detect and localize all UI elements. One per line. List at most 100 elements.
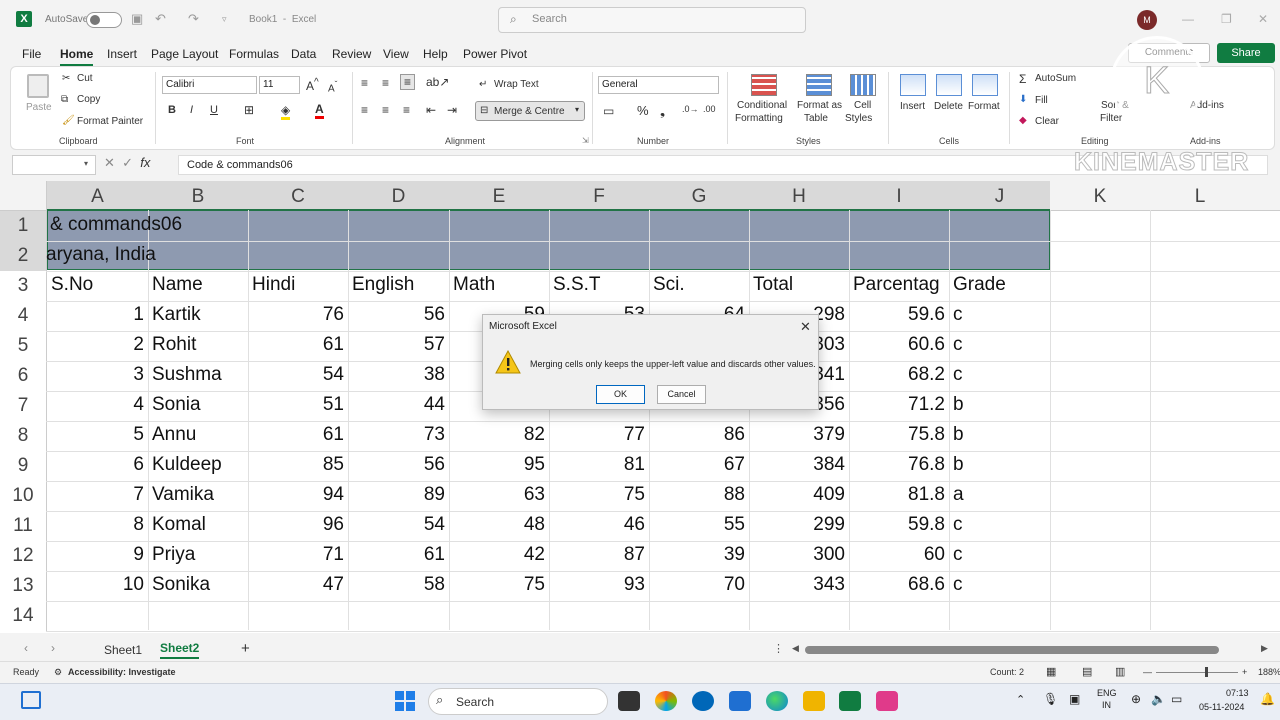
table-cell[interactable]: 54 [248, 364, 344, 386]
table-cell[interactable]: c [953, 574, 963, 596]
table-cell[interactable]: Annu [152, 424, 196, 446]
ok-button[interactable]: OK [596, 385, 645, 404]
store-icon[interactable] [729, 691, 751, 711]
column-header-l[interactable]: L [1150, 186, 1250, 208]
tab-home[interactable]: Home [60, 47, 94, 66]
table-cell[interactable]: Sonia [152, 394, 201, 416]
battery-icon[interactable]: ▭ [1171, 692, 1182, 706]
clock-date[interactable]: 05-11-2024 [1199, 702, 1244, 712]
column-title[interactable]: English [352, 274, 414, 296]
column-header-g[interactable]: G [649, 186, 749, 208]
dell-icon[interactable] [692, 691, 714, 711]
excel-taskbar-icon[interactable] [839, 691, 861, 711]
table-cell[interactable]: 2 [47, 334, 144, 356]
more-options-icon[interactable]: ⋮ [773, 642, 784, 655]
row-header[interactable]: 5 [0, 331, 46, 361]
language-indicator[interactable]: ENG [1097, 688, 1117, 698]
redo-icon[interactable]: ↷ [188, 11, 199, 27]
zoom-out-icon[interactable]: — [1143, 667, 1152, 677]
volume-icon[interactable]: 🔈 [1151, 692, 1166, 706]
row-header[interactable]: 13 [0, 571, 46, 601]
column-header-b[interactable]: B [148, 186, 248, 208]
align-right-icon[interactable]: ≡ [403, 103, 410, 117]
column-header-c[interactable]: C [248, 186, 348, 208]
table-cell[interactable]: Sushma [152, 364, 222, 386]
column-header-k[interactable]: K [1050, 186, 1150, 208]
customize-qat-icon[interactable]: ▿ [222, 14, 227, 25]
tab-formulas[interactable]: Formulas [229, 47, 279, 61]
column-title[interactable]: Grade [953, 274, 1006, 296]
column-title[interactable]: Sci. [653, 274, 685, 296]
table-cell[interactable]: 85 [248, 454, 344, 476]
autosum-button[interactable]: AutoSum [1035, 73, 1076, 84]
tab-file[interactable]: File [22, 47, 41, 61]
table-cell[interactable]: c [953, 364, 963, 386]
table-cell[interactable]: b [953, 454, 964, 476]
table-cell[interactable]: 59.6 [849, 304, 945, 326]
table-cell[interactable]: Kartik [152, 304, 201, 326]
borders-icon[interactable]: ⊞ [244, 103, 254, 117]
paste-icon[interactable] [27, 74, 49, 98]
italic-button[interactable]: I [190, 104, 193, 116]
row-header[interactable]: 12 [0, 541, 46, 571]
column-title[interactable]: Hindi [252, 274, 295, 296]
clock-time[interactable]: 07:13 [1226, 688, 1249, 698]
table-cell[interactable]: 71.2 [849, 394, 945, 416]
add-sheet-icon[interactable]: + [241, 640, 250, 657]
table-cell[interactable]: Rohit [152, 334, 196, 356]
fx-icon[interactable]: fx [140, 155, 150, 170]
row-header[interactable]: 11 [0, 511, 46, 541]
avatar[interactable]: M [1137, 10, 1157, 30]
table-cell[interactable]: 379 [749, 424, 845, 446]
table-cell[interactable]: 75 [449, 574, 545, 596]
table-cell[interactable]: 6 [47, 454, 144, 476]
copy-button[interactable]: Copy [77, 94, 100, 105]
insert-cells-icon[interactable] [900, 74, 926, 96]
table-cell[interactable]: 48 [449, 514, 545, 536]
row-header[interactable]: 9 [0, 451, 46, 481]
align-center-icon[interactable]: ≡ [382, 103, 389, 117]
table-cell[interactable]: 95 [449, 454, 545, 476]
table-cell[interactable]: Kuldeep [152, 454, 222, 476]
format-painter-icon[interactable]: 🖌 [62, 115, 75, 126]
align-left-icon[interactable]: ≡ [361, 103, 368, 117]
tab-data[interactable]: Data [291, 47, 316, 61]
table-cell[interactable]: 70 [649, 574, 745, 596]
network-icon[interactable]: ⊕ [1131, 692, 1141, 706]
dialog-close-icon[interactable]: ✕ [800, 319, 811, 335]
decrease-indent-icon[interactable]: ⇤ [426, 103, 436, 117]
font-name-dropdown[interactable]: Calibri [162, 76, 257, 94]
undo-icon[interactable]: ↶ [155, 11, 166, 27]
increase-font-icon[interactable]: A^ [306, 77, 319, 93]
fill-color-icon[interactable]: ◈ [281, 103, 291, 120]
table-cell[interactable]: 46 [549, 514, 645, 536]
table-cell[interactable]: 56 [348, 454, 445, 476]
table-cell[interactable]: 3 [47, 364, 144, 386]
decrease-decimal-icon[interactable]: .00 [703, 104, 716, 114]
delete-cells-button[interactable]: Delete [934, 101, 963, 112]
table-cell[interactable]: 51 [248, 394, 344, 416]
notification-icon[interactable]: 🔔 [1260, 692, 1275, 706]
table-cell[interactable]: 81 [549, 454, 645, 476]
cell-a2[interactable]: aryana, India [46, 244, 156, 266]
scroll-right-icon[interactable]: ▶ [1261, 643, 1268, 654]
restore-icon[interactable]: ❐ [1221, 12, 1232, 26]
column-header-a[interactable]: A [47, 186, 148, 208]
tab-help[interactable]: Help [423, 47, 448, 61]
microphone-icon[interactable]: 🎙 [1043, 692, 1058, 706]
row-header[interactable]: 14 [0, 601, 46, 631]
autosave-toggle[interactable] [86, 12, 122, 28]
table-cell[interactable]: 343 [749, 574, 845, 596]
number-format-dropdown[interactable]: General [598, 76, 719, 94]
table-cell[interactable]: 60.6 [849, 334, 945, 356]
cancel-button[interactable]: Cancel [657, 385, 706, 404]
wrap-text-button[interactable]: Wrap Text [494, 79, 539, 90]
cut-icon[interactable]: ✂ [62, 73, 70, 84]
close-icon[interactable]: ✕ [1258, 12, 1268, 26]
format-painter-button[interactable]: Format Painter [77, 116, 143, 127]
accounting-format-icon[interactable]: ▭ [603, 104, 614, 118]
table-cell[interactable]: 88 [649, 484, 745, 506]
table-cell[interactable]: 47 [248, 574, 344, 596]
tab-view[interactable]: View [383, 47, 409, 61]
clear-button[interactable]: Clear [1035, 116, 1059, 127]
